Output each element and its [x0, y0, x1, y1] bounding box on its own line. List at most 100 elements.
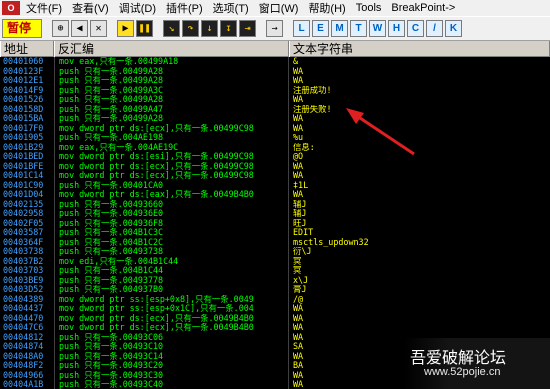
pause-icon[interactable]: ❚❚	[136, 20, 153, 37]
row-address[interactable]: 00403703	[0, 266, 54, 276]
row-address[interactable]: 00403738	[0, 247, 54, 257]
row-address[interactable]: 00404437	[0, 304, 54, 314]
row-string[interactable]: 膏J	[290, 285, 550, 295]
row-address[interactable]: 00401526	[0, 95, 54, 105]
row-disasm[interactable]: mov eax,只有一条.00499A18	[56, 57, 288, 67]
toolbar-letter-H[interactable]: H	[388, 20, 405, 37]
menu-debug[interactable]: 调试(D)	[114, 0, 161, 16]
row-address[interactable]: 004017F0	[0, 124, 54, 134]
toolbar-letter-slash[interactable]: /	[426, 20, 443, 37]
menu-window[interactable]: 窗口(W)	[254, 0, 304, 16]
row-string[interactable]: msctls_updown32	[290, 238, 550, 248]
row-address[interactable]: 00401BED	[0, 152, 54, 162]
row-disasm[interactable]: mov dword ptr ds:[ecx],只有一条.00499C98	[56, 171, 288, 181]
step-into-icon[interactable]: ↘	[163, 20, 180, 37]
row-disasm[interactable]: push 只有一条.004B1C3C	[56, 228, 288, 238]
row-disasm[interactable]: push 只有一条.00493660	[56, 200, 288, 210]
row-address[interactable]: 004015BA	[0, 114, 54, 124]
row-disasm[interactable]: push 只有一条.004B1C2C	[56, 238, 288, 248]
row-address[interactable]: 00401BFE	[0, 162, 54, 172]
row-string[interactable]: 旺J	[290, 219, 550, 229]
row-address[interactable]: 004047C6	[0, 323, 54, 333]
row-string[interactable]: 信息:	[290, 143, 550, 153]
row-disasm[interactable]: push 只有一条.00499A3C	[56, 86, 288, 96]
row-address[interactable]: 00401D04	[0, 190, 54, 200]
row-disasm[interactable]: push 只有一条.004B1C44	[56, 266, 288, 276]
row-string[interactable]: EDIT	[290, 228, 550, 238]
row-address[interactable]: 004048A0	[0, 352, 54, 362]
row-string[interactable]: 冥	[290, 257, 550, 267]
row-address[interactable]: 00401060	[0, 57, 54, 67]
row-string[interactable]: 辅J	[290, 209, 550, 219]
row-disasm[interactable]: mov dword ptr ds:[eax],只有一条.0049B4B0	[56, 190, 288, 200]
row-string[interactable]: 冥	[290, 266, 550, 276]
execute-till-return-icon[interactable]: ⇥	[239, 20, 256, 37]
row-disasm[interactable]: mov dword ptr ds:[ecx],只有一条.0049B4B0	[56, 314, 288, 324]
row-string[interactable]: x\J	[290, 276, 550, 286]
row-string[interactable]: @Ô	[290, 152, 550, 162]
row-string[interactable]: WA	[290, 323, 550, 333]
menu-view[interactable]: 查看(V)	[67, 0, 114, 16]
row-address[interactable]: 00404A1B	[0, 380, 54, 389]
row-string[interactable]: %u	[290, 133, 550, 143]
row-address[interactable]: 00403587	[0, 228, 54, 238]
row-address[interactable]: 00401C90	[0, 181, 54, 191]
row-string[interactable]: /@	[290, 295, 550, 305]
menu-plugins[interactable]: 插件(P)	[161, 0, 208, 16]
row-string[interactable]: WA	[290, 76, 550, 86]
row-string[interactable]: WA	[290, 114, 550, 124]
row-address[interactable]: 00404470	[0, 314, 54, 324]
row-address[interactable]: 0040123F	[0, 67, 54, 77]
toolbar-letter-T[interactable]: T	[350, 20, 367, 37]
row-address[interactable]: 00402135	[0, 200, 54, 210]
row-address[interactable]: 004012E1	[0, 76, 54, 86]
row-address[interactable]: 0040158D	[0, 105, 54, 115]
row-disasm[interactable]: push 只有一条.00493738	[56, 247, 288, 257]
row-disasm[interactable]: push 只有一条.00499A47	[56, 105, 288, 115]
column-disasm[interactable]: 反汇编	[54, 41, 289, 57]
row-address[interactable]: 00404874	[0, 342, 54, 352]
address-pane[interactable]: 00401060 0040123F 004012E1 004014F9 00401526…	[0, 57, 54, 389]
row-disasm[interactable]: push 只有一条.00493C06	[56, 333, 288, 343]
row-disasm[interactable]: push 只有一条.00499A28	[56, 76, 288, 86]
row-string[interactable]: WA	[290, 124, 550, 134]
go-to-icon[interactable]: →	[266, 20, 283, 37]
row-disasm[interactable]: push 只有一条.004AE198	[56, 133, 288, 143]
run-icon[interactable]: ▶	[117, 20, 134, 37]
row-address[interactable]: 004037B2	[0, 257, 54, 267]
step-over-icon[interactable]: ↷	[182, 20, 199, 37]
menu-tools[interactable]: Tools	[351, 2, 387, 14]
row-disasm[interactable]: push 只有一条.004936E0	[56, 209, 288, 219]
menu-help[interactable]: 帮助(H)	[303, 0, 350, 16]
menu-options[interactable]: 选项(T)	[208, 0, 254, 16]
row-string[interactable]: WA	[290, 171, 550, 181]
row-address[interactable]: 00403D52	[0, 285, 54, 295]
row-disasm[interactable]: push 只有一条.00493C14	[56, 352, 288, 362]
toolbar-letter-C[interactable]: C	[407, 20, 424, 37]
row-address[interactable]: 00404812	[0, 333, 54, 343]
row-disasm[interactable]: mov dword ptr ss:[esp+0x1C],只有一条.004	[56, 304, 288, 314]
toolbar-letter-E[interactable]: E	[312, 20, 329, 37]
row-disasm[interactable]: push 只有一条.00493C10	[56, 342, 288, 352]
trace-over-icon[interactable]: ↧	[220, 20, 237, 37]
row-string[interactable]: WA	[290, 304, 550, 314]
row-string[interactable]: WA	[290, 190, 550, 200]
row-address[interactable]: 00403BE9	[0, 276, 54, 286]
row-string[interactable]: WA	[290, 95, 550, 105]
row-string[interactable]: WA	[290, 314, 550, 324]
row-string[interactable]: 辅J	[290, 200, 550, 210]
row-disasm[interactable]: push 只有一条.004936F8	[56, 219, 288, 229]
close-icon[interactable]: ✕	[90, 20, 107, 37]
row-string[interactable]: WA	[290, 162, 550, 172]
trace-into-icon[interactable]: ↓	[201, 20, 218, 37]
row-disasm[interactable]: push 只有一条.00401CA0	[56, 181, 288, 191]
row-address[interactable]: 00404389	[0, 295, 54, 305]
row-address[interactable]: 004014F9	[0, 86, 54, 96]
row-disasm[interactable]: push 只有一条.00493C20	[56, 361, 288, 371]
row-address[interactable]: 00401B29	[0, 143, 54, 153]
row-disasm[interactable]: push 只有一条.00493C40	[56, 380, 288, 389]
row-disasm[interactable]: mov dword ptr ds:[ecx],只有一条.00499C98	[56, 162, 288, 172]
menu-file[interactable]: 文件(F)	[21, 0, 67, 16]
row-disasm[interactable]: mov dword ptr ds:[ecx],只有一条.0049B4B0	[56, 323, 288, 333]
row-address[interactable]: 00401905	[0, 133, 54, 143]
